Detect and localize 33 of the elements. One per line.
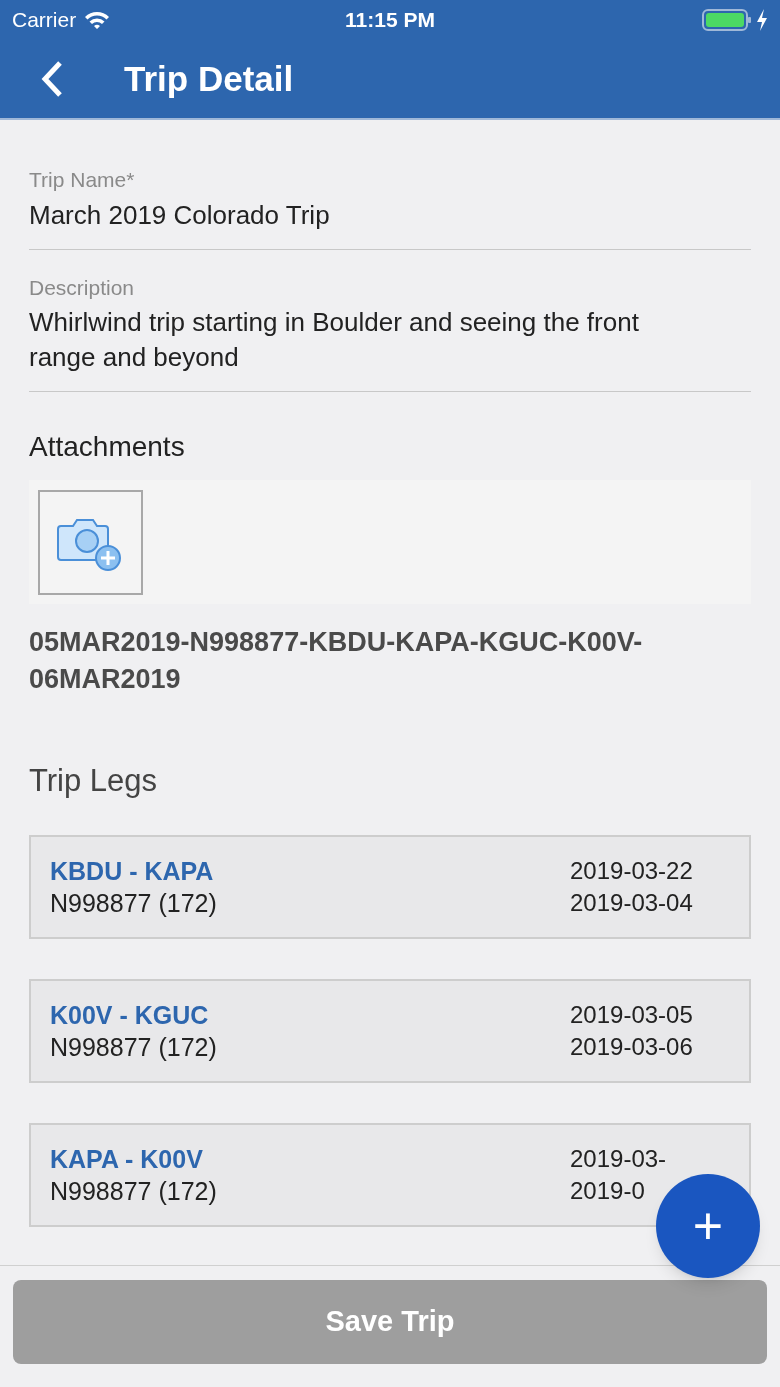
text-field[interactable]: Description Whirlwind trip starting in Boulder and seeing the front range and beyond — [29, 271, 751, 392]
leg-route: KAPA - K00V — [50, 1143, 204, 1175]
leg-date: 2019-03-04 — [570, 887, 693, 918]
leg-aircraft: N998877 (172) — [50, 887, 217, 919]
leg-date: 2019-03-22 — [570, 855, 693, 886]
save-trip-button: Save Trip — [13, 1280, 767, 1364]
add-button[interactable]: + — [656, 1174, 760, 1278]
charging-icon — [756, 9, 768, 31]
leg-aircraft: N998877 (172) — [50, 1031, 217, 1063]
field-label: Trip Name* — [29, 167, 136, 193]
field-value: Whirlwind trip starting in Boulder and seeing the front range and beyond — [29, 306, 640, 374]
leg-route: KBDU - KAPA — [50, 855, 215, 887]
leg-date: 2019-03-06 — [570, 1031, 693, 1062]
back-icon — [40, 60, 64, 98]
section-title: Trip Legs — [29, 762, 159, 800]
add-photo-button[interactable] — [38, 489, 143, 595]
status-time: 11:15 PM — [345, 7, 435, 34]
leg-date: 2019-03- — [570, 1143, 667, 1174]
field-value: March 2019 Colorado Trip — [29, 198, 331, 232]
field-label: Description — [29, 274, 136, 301]
leg-route: K00V - KGUC — [50, 999, 210, 1031]
leg-date: 2019-03-05 — [570, 999, 693, 1030]
section-title: Attachments — [29, 430, 186, 464]
text-field[interactable]: Trip Name* March 2019 Colorado Trip — [29, 164, 751, 250]
battery-icon — [702, 9, 752, 31]
trip-leg-card[interactable]: KBDU - KAPA N998877 (172) 2019-03-22 2019-03-04 — [29, 834, 751, 939]
trip-leg-card[interactable]: K00V - KGUC N998877 (172) 2019-03-05 2019-03-06 — [29, 978, 751, 1083]
attachment-filename: 05MAR2019-N998877-KBDU-KAPA-KGUC-K00V-06MAR2019 — [29, 626, 644, 696]
carrier-label: Carrier — [12, 7, 77, 34]
screen-title: Trip Detail — [124, 57, 294, 100]
wifi-icon — [84, 10, 111, 30]
leg-aircraft: N998877 (172) — [50, 1175, 217, 1207]
leg-date: 2019-0 — [570, 1175, 645, 1206]
